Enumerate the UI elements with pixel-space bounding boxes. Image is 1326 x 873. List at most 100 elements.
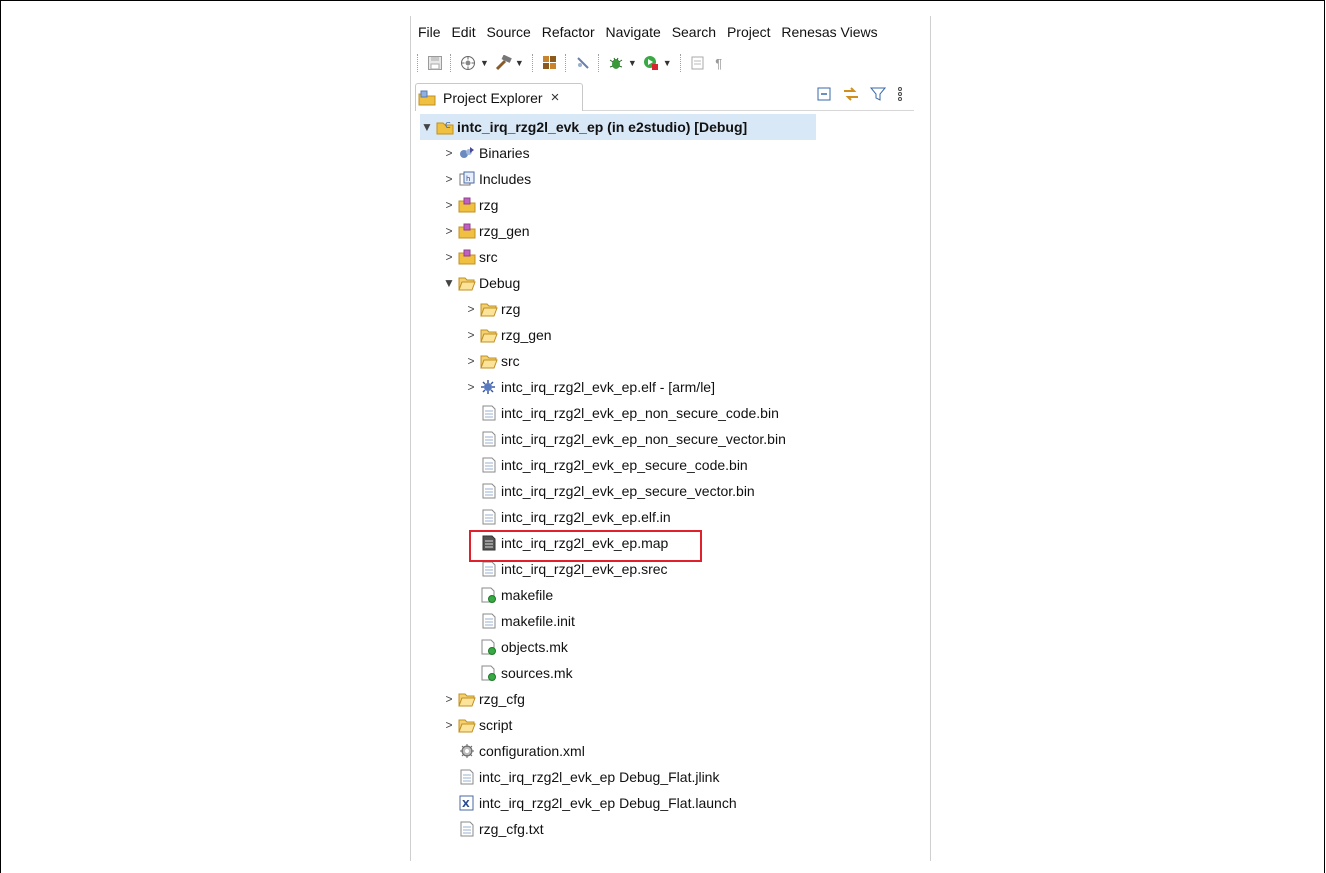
tree-item-rzg-cfg[interactable]: > rzg_cfg: [442, 686, 524, 712]
toggle-view-icon[interactable]: [689, 54, 707, 72]
launch-file-icon: X: [458, 794, 476, 812]
chevron-right-icon[interactable]: >: [464, 380, 478, 394]
tree-item-rzg-gen[interactable]: > rzg_gen: [442, 218, 529, 244]
tree-item-file[interactable]: rzg_cfg.txt: [456, 816, 544, 842]
folder-icon: [458, 690, 476, 708]
tree-item-label: intc_irq_rzg2l_evk_ep.elf - [arm/le]: [501, 379, 715, 395]
menu-file[interactable]: File: [418, 24, 441, 40]
tree-item-makefile[interactable]: makefile: [478, 582, 553, 608]
tree-item-file[interactable]: intc_irq_rzg2l_evk_ep Debug_Flat.jlink: [456, 764, 719, 790]
close-icon[interactable]: ×: [551, 89, 560, 106]
toolbar-separator: [531, 54, 535, 72]
probe-icon[interactable]: [574, 54, 592, 72]
settings-dial-icon[interactable]: [459, 54, 477, 72]
folder-icon: [480, 300, 498, 318]
toolbar-separator: [597, 54, 601, 72]
tab-label: Project Explorer: [443, 89, 543, 106]
file-icon: [458, 768, 476, 786]
chevron-right-icon[interactable]: >: [464, 354, 478, 368]
tree-item-file[interactable]: makefile.init: [478, 608, 575, 634]
tree-item-file[interactable]: intc_irq_rzg2l_evk_ep_non_secure_vector.…: [478, 426, 786, 452]
folder-icon: [480, 352, 498, 370]
tree-item-label: objects.mk: [501, 639, 568, 655]
tree-item-script[interactable]: > script: [442, 712, 512, 738]
tree-item-label: rzg_cfg.txt: [479, 821, 544, 837]
tree-item-includes[interactable]: > h Includes: [442, 166, 531, 192]
hammer-build-icon[interactable]: [494, 54, 512, 72]
view-actions: [816, 86, 904, 107]
view-tab-bar: Project Explorer ×: [412, 83, 914, 111]
chevron-right-icon[interactable]: >: [442, 692, 456, 706]
tree-item-label: intc_irq_rzg2l_evk_ep Debug_Flat.launch: [479, 795, 737, 811]
tree-item-makefile[interactable]: sources.mk: [478, 660, 573, 686]
file-icon: [480, 508, 498, 526]
config-gear-icon: [458, 742, 476, 760]
tree-item-file[interactable]: intc_irq_rzg2l_evk_ep_non_secure_code.bi…: [478, 400, 779, 426]
menu-source[interactable]: Source: [486, 24, 530, 40]
toolbar-separator: [450, 54, 453, 72]
tree-item-file[interactable]: intc_irq_rzg2l_evk_ep_secure_code.bin: [478, 452, 748, 478]
chevron-right-icon[interactable]: >: [442, 146, 456, 160]
tree-item-debug-src[interactable]: > src: [464, 348, 519, 374]
menu-project[interactable]: Project: [727, 24, 771, 40]
menu-refactor[interactable]: Refactor: [542, 24, 595, 40]
tree-item-debug[interactable]: ▼ Debug: [442, 270, 520, 296]
tree-item-file[interactable]: intc_irq_rzg2l_evk_ep.elf.in: [478, 504, 671, 530]
chevron-down-icon[interactable]: ▼: [420, 120, 434, 134]
menu-bar: File Edit Source Refactor Navigate Searc…: [418, 24, 885, 42]
tree-item-binaries[interactable]: > Binaries: [442, 140, 529, 166]
chevron-right-icon[interactable]: >: [442, 250, 456, 264]
tree-item-configuration[interactable]: configuration.xml: [456, 738, 585, 764]
toolbar-grip: [417, 54, 420, 72]
svg-text:h: h: [466, 175, 470, 183]
tree-root-project[interactable]: ▼ C intc_irq_rzg2l_evk_ep (in e2studio) …: [420, 114, 816, 140]
tab-project-explorer[interactable]: Project Explorer ×: [415, 83, 583, 111]
tree-item-label: src: [479, 249, 498, 265]
includes-icon: h: [458, 170, 476, 188]
tree-item-elf[interactable]: > intc_irq_rzg2l_evk_ep.elf - [arm/le]: [464, 374, 715, 400]
link-with-editor-icon[interactable]: [842, 86, 860, 107]
file-icon: [480, 482, 498, 500]
source-folder-icon: [458, 196, 476, 214]
chevron-right-icon[interactable]: >: [442, 718, 456, 732]
chevron-down-icon[interactable]: ▼: [663, 58, 672, 68]
tree-item-label: Debug: [479, 275, 521, 291]
save-icon[interactable]: [426, 54, 444, 72]
source-folder-icon: [458, 248, 476, 266]
chevron-right-icon[interactable]: >: [464, 328, 478, 342]
filter-icon[interactable]: [869, 86, 887, 107]
pilcrow-icon[interactable]: ¶: [710, 54, 728, 72]
view-menu-icon[interactable]: [896, 86, 904, 107]
debug-bug-icon[interactable]: [607, 54, 625, 72]
collapse-all-icon[interactable]: [816, 86, 832, 107]
run-icon[interactable]: [642, 54, 660, 72]
tree-item-label: intc_irq_rzg2l_evk_ep.elf.in: [501, 509, 671, 525]
tree-item-rzg[interactable]: > rzg: [442, 192, 498, 218]
menu-search[interactable]: Search: [672, 24, 716, 40]
chevron-down-icon[interactable]: ▼: [480, 58, 489, 68]
elf-binary-icon: [480, 378, 498, 396]
chevron-down-icon[interactable]: ▼: [515, 58, 524, 68]
build-all-icon[interactable]: [541, 54, 559, 72]
tree-item-makefile[interactable]: objects.mk: [478, 634, 568, 660]
chevron-right-icon[interactable]: >: [442, 198, 456, 212]
tree-item-src[interactable]: > src: [442, 244, 498, 270]
menu-renesas-views[interactable]: Renesas Views: [781, 24, 877, 40]
chevron-down-icon[interactable]: ▼: [442, 276, 456, 290]
tree-item-label: rzg: [501, 301, 521, 317]
folder-icon: [480, 326, 498, 344]
menu-edit[interactable]: Edit: [451, 24, 475, 40]
chevron-right-icon[interactable]: >: [442, 172, 456, 186]
tree-item-file[interactable]: intc_irq_rzg2l_evk_ep_secure_vector.bin: [478, 478, 755, 504]
tree-item-debug-rzg[interactable]: > rzg: [464, 296, 520, 322]
menu-navigate[interactable]: Navigate: [606, 24, 661, 40]
tree-item-label: intc_irq_rzg2l_evk_ep_non_secure_vector.…: [501, 431, 786, 447]
toolbar-separator: [679, 54, 683, 72]
folder-open-icon: [458, 274, 476, 292]
chevron-down-icon[interactable]: ▼: [628, 58, 637, 68]
tree-item-label: Includes: [479, 171, 532, 187]
chevron-right-icon[interactable]: >: [442, 224, 456, 238]
chevron-right-icon[interactable]: >: [464, 302, 478, 316]
tree-item-debug-rzg-gen[interactable]: > rzg_gen: [464, 322, 551, 348]
tree-item-launch[interactable]: X intc_irq_rzg2l_evk_ep Debug_Flat.launc…: [456, 790, 737, 816]
